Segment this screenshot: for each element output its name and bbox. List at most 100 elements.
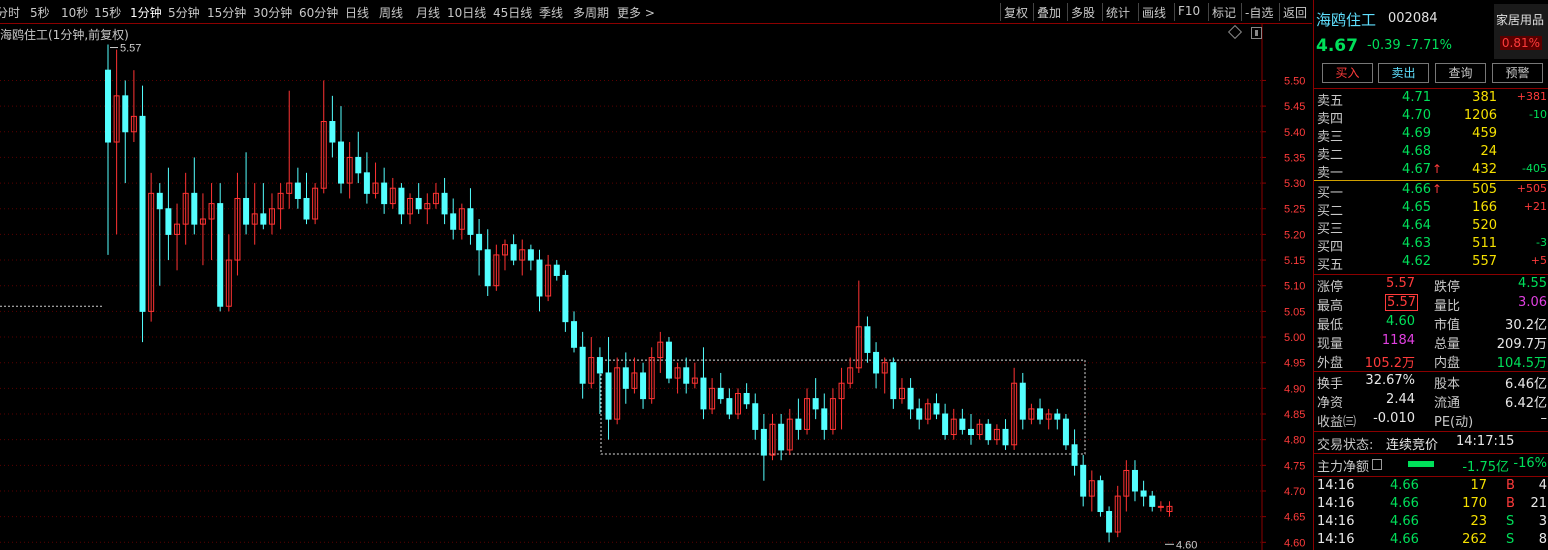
candle-body <box>553 264 560 276</box>
tick-time: 14:16 <box>1317 496 1355 511</box>
level-label: 买四 <box>1317 240 1344 255</box>
period-tab[interactable]: 45日线 <box>493 4 532 21</box>
low-marker-label: 4.60 <box>1176 539 1197 550</box>
stats-row-7: 净资 2.44 流通 6.42亿 <box>1317 392 1547 411</box>
candle-body <box>415 197 422 210</box>
candle-body <box>165 208 172 235</box>
level-label: 买一 <box>1317 186 1344 201</box>
level-delta: -405 <box>1522 162 1547 175</box>
level-volume: 432 <box>1472 162 1497 177</box>
toolbar-button[interactable]: 复权 <box>1004 4 1028 21</box>
candle-body <box>864 326 871 353</box>
candle-body <box>579 346 586 384</box>
period-tab[interactable]: 30分钟 <box>253 4 292 21</box>
level-volume: 505 <box>1472 182 1497 197</box>
period-tab[interactable]: 分时 <box>0 4 20 21</box>
candle-body <box>303 197 310 220</box>
low-price: 4.60 <box>1386 314 1415 329</box>
tick-side: S <box>1506 514 1515 529</box>
level-label: 卖四 <box>1317 112 1344 127</box>
period-tab[interactable]: 季线 <box>539 4 563 21</box>
toolbar-button[interactable]: 叠加 <box>1037 4 1061 21</box>
net-flow-value: -1.75亿 <box>1462 460 1509 475</box>
candlestick-chart[interactable]: 5.50 5.45 5.40 5.35 5.30 5.25 5.20 5.15 5.10 5.05… <box>0 24 1312 550</box>
candle-body <box>1071 444 1078 466</box>
toolbar-button[interactable]: 标记 <box>1212 4 1236 21</box>
total-volume: 209.7万 <box>1496 337 1547 352</box>
candle-body <box>243 197 250 225</box>
level-label: 卖五 <box>1317 94 1344 109</box>
candle-body <box>1054 413 1061 420</box>
period-tab[interactable]: 更多 > <box>617 4 655 21</box>
tick-count: 8 <box>1538 532 1547 547</box>
net-flow-menu-icon[interactable] <box>1372 459 1382 470</box>
candle-body <box>1019 382 1026 420</box>
buy-button[interactable]: 买入 <box>1322 63 1373 83</box>
bid-row[interactable]: 买四 4.63 511 -3 <box>1314 236 1548 255</box>
level-label: 买二 <box>1317 204 1344 219</box>
candle-body <box>916 408 923 420</box>
candle-body <box>933 403 940 415</box>
period-tab[interactable]: 周线 <box>379 4 403 21</box>
period-tab[interactable]: 多周期 <box>573 4 609 21</box>
period-tab[interactable]: 10秒 <box>61 4 88 21</box>
period-tab[interactable]: 60分钟 <box>299 4 338 21</box>
level-price: 4.70 <box>1402 108 1431 123</box>
toolbar-button[interactable]: 画线 <box>1142 4 1166 21</box>
stats-row-1: 涨停 5.57 跌停 4.55 <box>1317 276 1547 295</box>
period-tab[interactable]: 15秒 <box>94 4 121 21</box>
toolbar-button[interactable]: F10 <box>1178 4 1200 18</box>
stock-name[interactable]: 海鸥住工 <box>1316 9 1376 30</box>
ask-row[interactable]: 卖三 4.69 459 <box>1314 126 1548 145</box>
candle-body <box>571 321 578 348</box>
outer-volume: 105.2万 <box>1364 356 1415 371</box>
tick-price: 4.66 <box>1390 478 1419 493</box>
period-tab[interactable]: 5秒 <box>30 4 50 21</box>
candle-body <box>717 387 724 400</box>
period-tab[interactable]: 1分钟 <box>130 4 162 21</box>
toolbar-button[interactable]: 统计 <box>1106 4 1130 21</box>
y-tick-label: 5.10 <box>1284 281 1305 293</box>
level-price: 4.66 <box>1402 182 1431 197</box>
level-delta: -10 <box>1529 108 1547 121</box>
period-tab[interactable]: 日线 <box>345 4 369 21</box>
y-tick-label: 4.80 <box>1284 435 1305 447</box>
period-tab[interactable]: 5分钟 <box>168 4 200 21</box>
ask-row[interactable]: 卖二 4.68 24 <box>1314 144 1548 163</box>
candle-body <box>743 392 750 405</box>
candle-body <box>156 192 163 210</box>
tick-count: 3 <box>1538 514 1547 529</box>
y-tick-label: 4.95 <box>1284 358 1305 370</box>
stock-code: 002084 <box>1388 11 1438 26</box>
sell-button[interactable]: 卖出 <box>1378 63 1429 83</box>
y-tick-label: 4.65 <box>1284 512 1305 524</box>
bid-row[interactable]: 买一 4.66 ↑ 505 +505 <box>1314 182 1548 201</box>
ask-row[interactable]: 卖四 4.70 1206 -10 <box>1314 108 1548 127</box>
toolbar-button[interactable]: 返回 <box>1283 4 1307 21</box>
panel-toggle-icon[interactable] <box>1251 27 1262 39</box>
tick-volume: 262 <box>1462 532 1487 547</box>
candle-body <box>1097 480 1104 513</box>
toolbar-button[interactable]: -自选 <box>1245 4 1273 21</box>
ask-row[interactable]: 卖五 4.71 381 +381 <box>1314 90 1548 109</box>
ask-row[interactable]: 卖一 4.67 ↑ 432 -405 <box>1314 162 1548 181</box>
candle-body <box>812 398 819 410</box>
level-price: 4.65 <box>1402 200 1431 215</box>
candle-body <box>338 141 345 184</box>
period-tab[interactable]: 15分钟 <box>207 4 246 21</box>
candle-body <box>562 274 569 323</box>
level-price: 4.69 <box>1402 126 1431 141</box>
alert-button[interactable]: 预警 <box>1492 63 1543 83</box>
candle-body <box>1062 418 1069 446</box>
bid-row[interactable]: 买五 4.62 557 +5 <box>1314 254 1548 273</box>
period-tab[interactable]: 10日线 <box>447 4 486 21</box>
toolbar-button[interactable]: 多股 <box>1071 4 1095 21</box>
level-delta: +5 <box>1530 254 1547 267</box>
query-button[interactable]: 查询 <box>1435 63 1486 83</box>
bid-row[interactable]: 买三 4.64 520 <box>1314 218 1548 237</box>
level-label: 卖一 <box>1317 166 1344 181</box>
y-tick-label: 5.30 <box>1284 178 1305 190</box>
bid-row[interactable]: 买二 4.65 166 +21 <box>1314 200 1548 219</box>
period-tab[interactable]: 月线 <box>416 4 440 21</box>
turnover: 32.67% <box>1365 373 1415 388</box>
